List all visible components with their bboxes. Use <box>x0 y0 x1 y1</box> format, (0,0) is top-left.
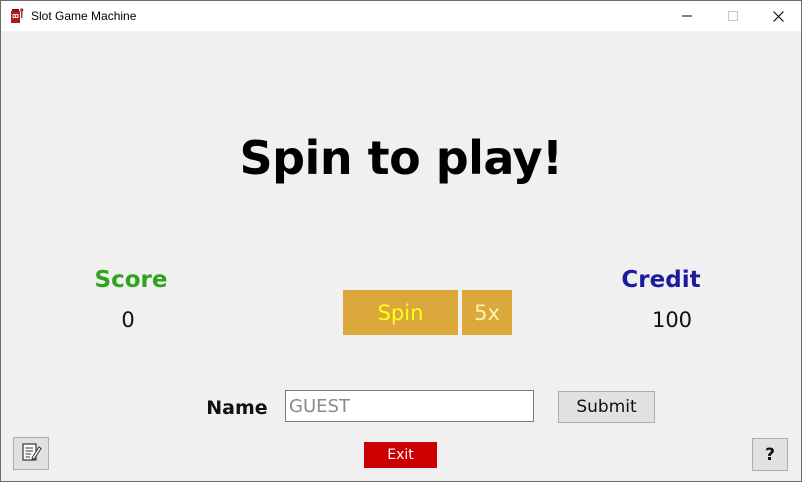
minimize-button[interactable] <box>664 1 710 31</box>
credit-label: Credit <box>621 267 701 293</box>
headline: Spin to play! <box>239 131 563 185</box>
score-label: Score <box>94 267 168 293</box>
help-button[interactable]: ? <box>752 438 788 471</box>
maximize-button[interactable] <box>710 1 756 31</box>
notes-icon <box>20 441 42 467</box>
submit-button[interactable]: Submit <box>558 391 655 423</box>
app-window: Slot Game Machine Spin to play! Score 0 … <box>0 0 802 482</box>
name-label: Name <box>206 397 268 419</box>
slot-machine-icon <box>10 8 24 24</box>
spin-button[interactable]: Spin <box>343 290 458 335</box>
credit-value: 100 <box>651 308 693 332</box>
window-title: Slot Game Machine <box>31 9 137 23</box>
notes-button[interactable] <box>13 437 49 470</box>
name-input[interactable] <box>285 390 534 422</box>
close-icon <box>772 10 784 22</box>
minimize-icon <box>682 11 692 21</box>
title-bar[interactable]: Slot Game Machine <box>1 1 801 31</box>
exit-button[interactable]: Exit <box>364 442 437 468</box>
score-value: 0 <box>121 308 135 332</box>
close-button[interactable] <box>755 1 801 31</box>
multiplier-button[interactable]: 5x <box>462 290 512 335</box>
maximize-icon <box>728 11 738 21</box>
